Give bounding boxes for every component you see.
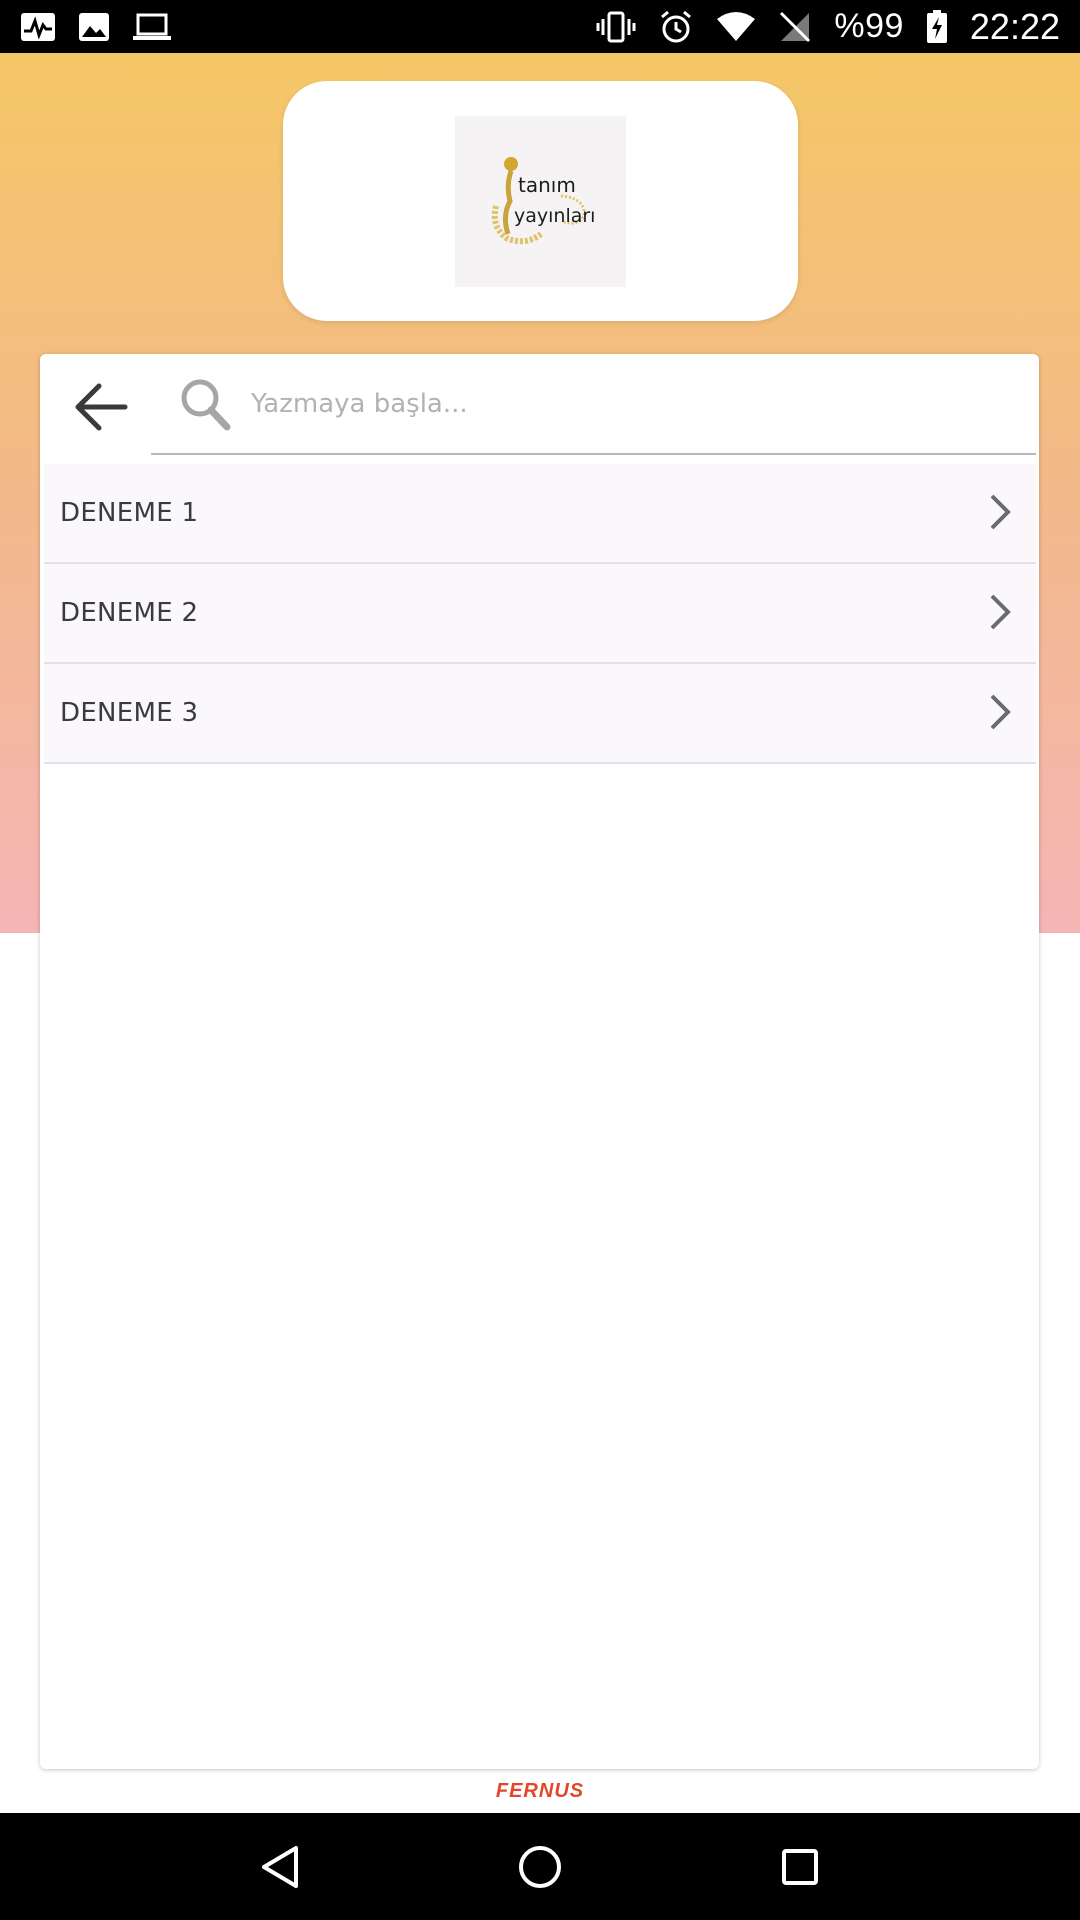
activity-icon xyxy=(20,0,56,53)
chevron-right-icon xyxy=(982,694,1018,730)
search-row xyxy=(40,354,1039,464)
list-item[interactable]: DENEME 2 xyxy=(44,564,1036,664)
list-item-label: DENEME 2 xyxy=(60,598,199,628)
search-input[interactable] xyxy=(251,372,1011,436)
circle-home-icon xyxy=(519,1845,561,1888)
nav-back-button[interactable] xyxy=(240,1827,320,1907)
list-item[interactable]: DENEME 3 xyxy=(44,664,1036,764)
nav-home-button[interactable] xyxy=(500,1827,580,1907)
list-item-label: DENEME 3 xyxy=(60,698,199,728)
battery-charging-icon xyxy=(926,0,948,53)
navigation-bar xyxy=(0,1813,1080,1920)
wifi-icon xyxy=(716,0,756,53)
test-list: DENEME 1 DENEME 2 DENEME 3 xyxy=(44,464,1036,764)
logo-text-line1: tanım xyxy=(518,173,576,197)
clock-time: 22:22 xyxy=(969,5,1060,47)
triangle-back-icon xyxy=(262,1845,298,1888)
vibrate-icon xyxy=(596,0,636,53)
list-item-label: DENEME 1 xyxy=(60,498,199,528)
search-icon xyxy=(177,376,233,432)
main-card: DENEME 1 DENEME 2 DENEME 3 xyxy=(40,354,1039,1769)
status-bar: %99 22:22 xyxy=(0,0,1080,53)
nav-recents-button[interactable] xyxy=(760,1827,840,1907)
footer-brand: FERNUS xyxy=(495,1780,585,1802)
screen: %99 22:22 tanım yayınları Yazmaya başla.… xyxy=(0,0,1080,1920)
status-bar-left xyxy=(20,0,172,53)
logo-text-line2: yayınları xyxy=(514,205,595,227)
no-sim-icon xyxy=(778,0,812,53)
brand-logo: tanım yayınları xyxy=(455,115,626,287)
laptop-icon xyxy=(132,0,172,53)
logo-card: tanım yayınları xyxy=(283,81,798,321)
square-recents-icon xyxy=(782,1848,818,1885)
arrow-left-icon xyxy=(75,383,128,431)
list-item[interactable]: DENEME 1 xyxy=(44,464,1036,564)
back-button[interactable] xyxy=(62,368,140,446)
search-field xyxy=(151,354,1036,455)
chevron-right-icon xyxy=(982,494,1018,530)
chevron-right-icon xyxy=(982,594,1018,630)
status-bar-right: %99 22:22 xyxy=(596,0,1060,53)
image-icon xyxy=(78,0,110,53)
alarm-icon xyxy=(658,0,694,53)
battery-percentage: %99 xyxy=(834,7,904,45)
